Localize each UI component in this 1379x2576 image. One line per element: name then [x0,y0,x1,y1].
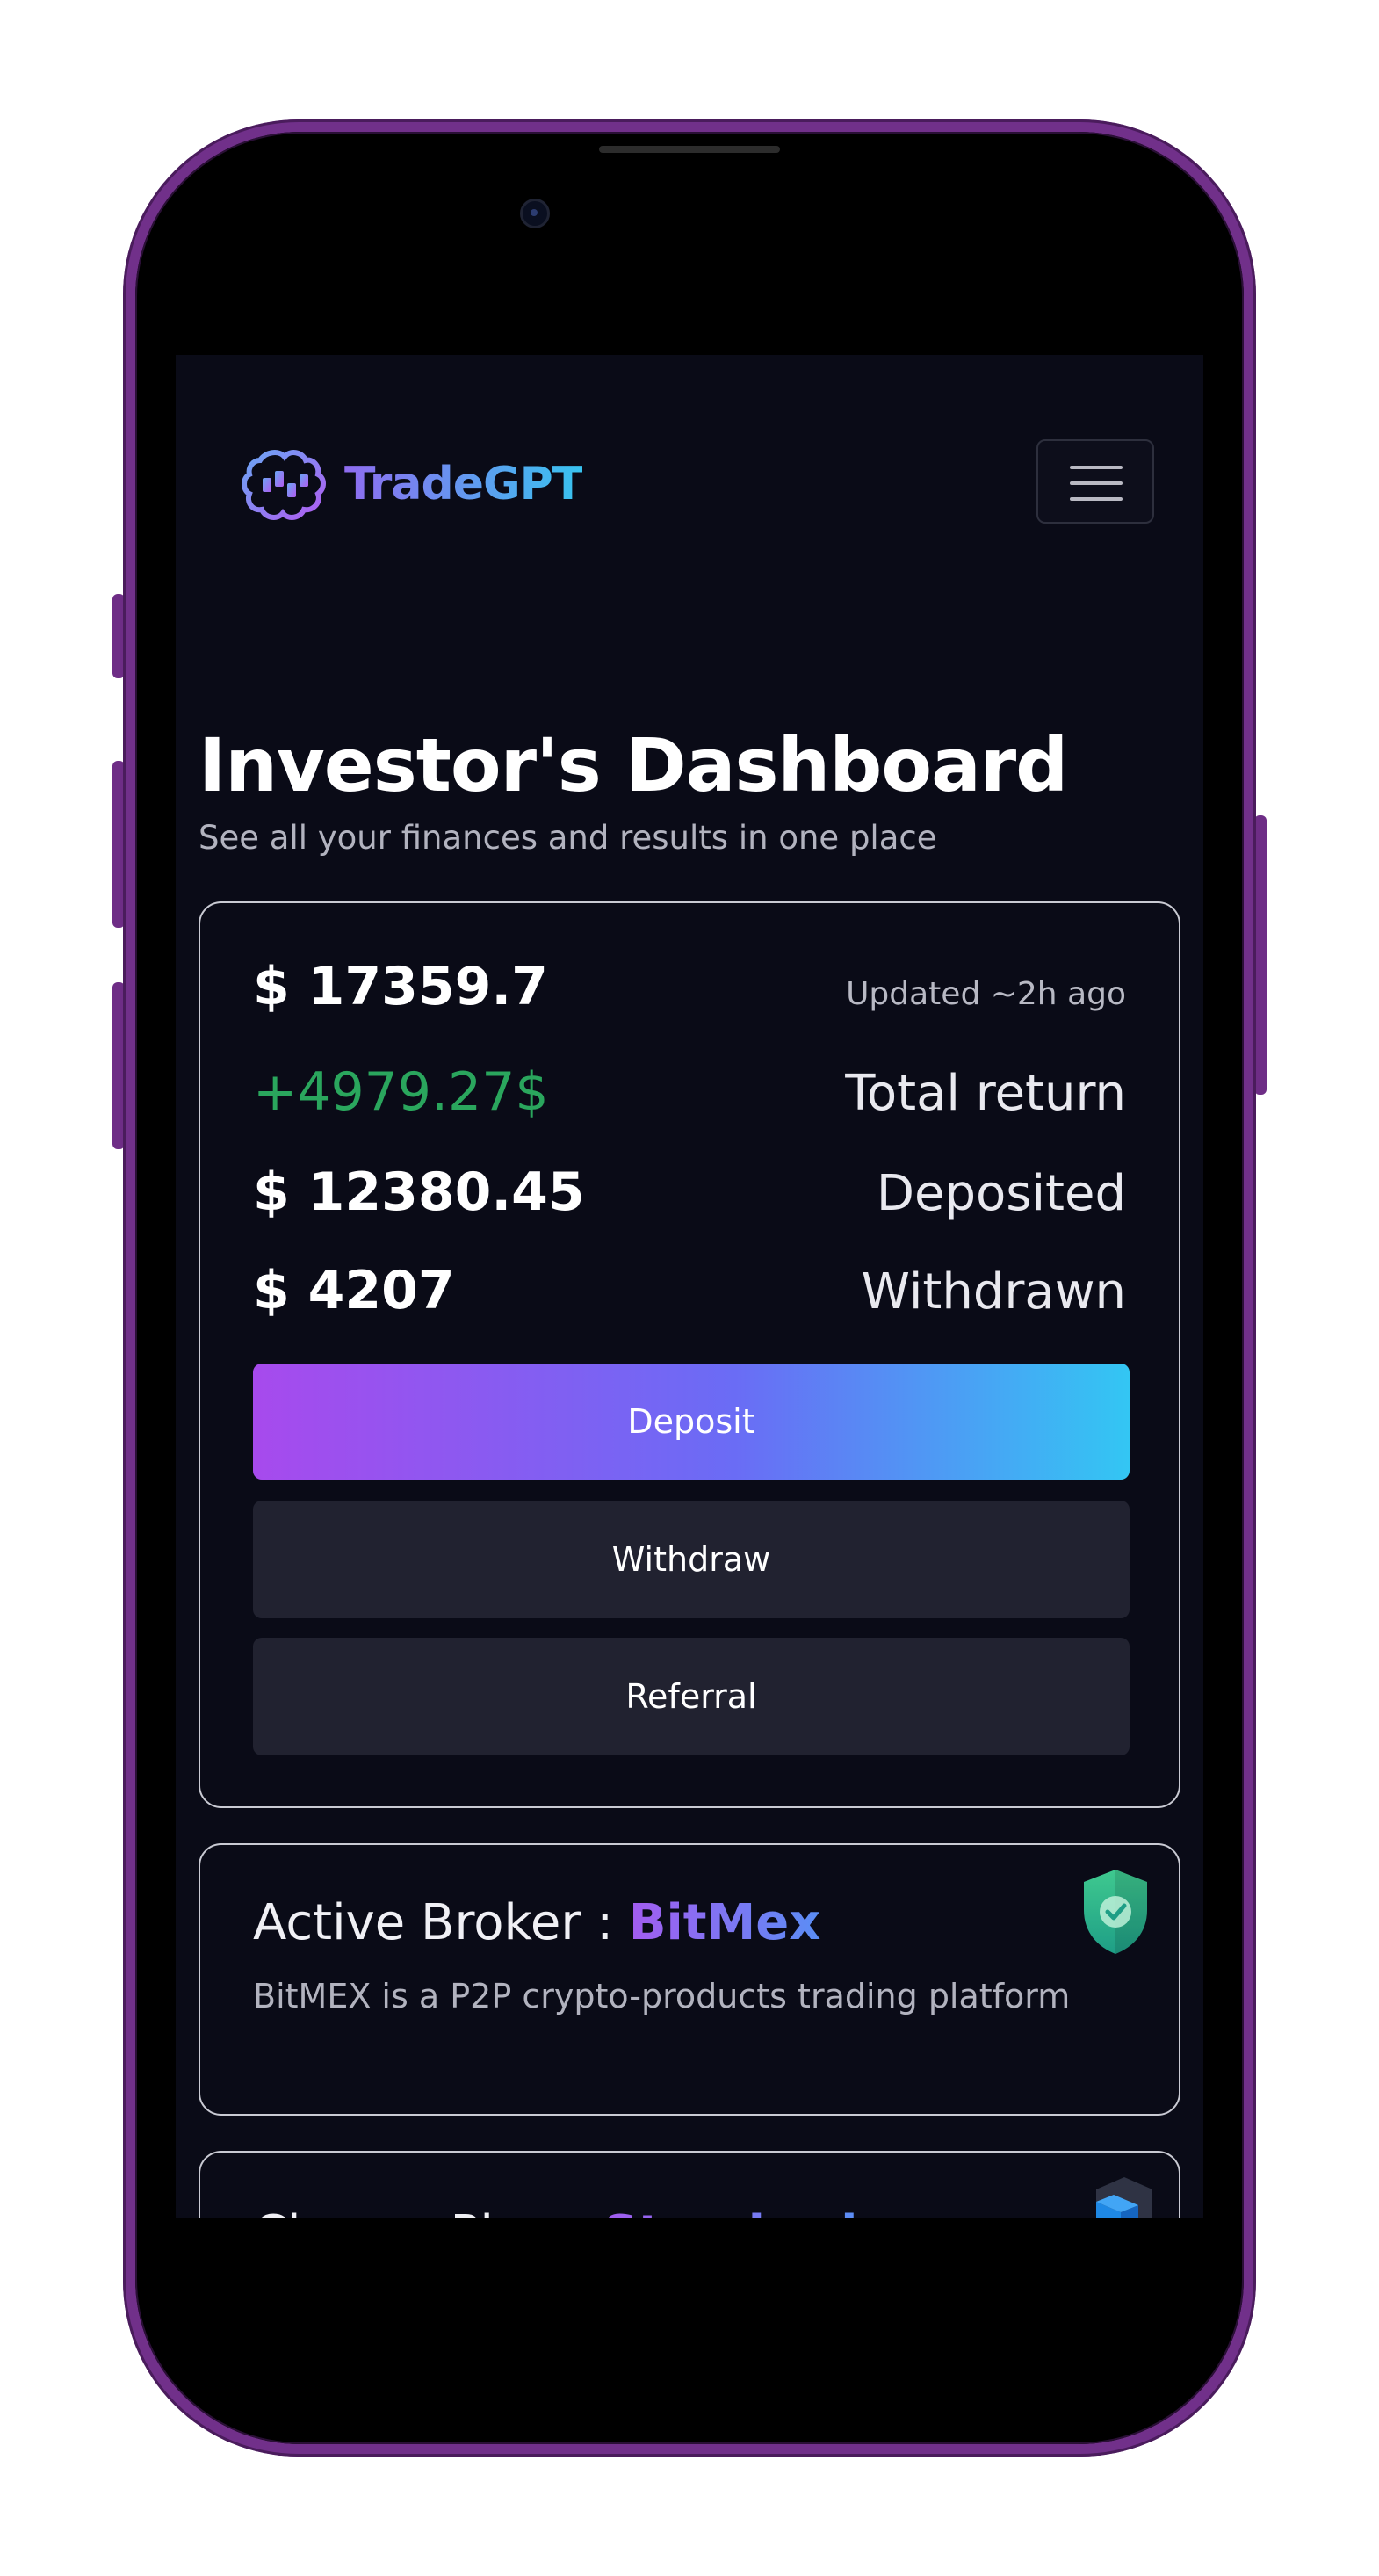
balance-card: $ 17359.7 Updated ~2h ago +4979.27$ Tota… [199,901,1180,1808]
hamburger-menu-icon [1070,466,1123,469]
withdraw-button[interactable]: Withdraw [253,1501,1130,1618]
withdrawn-label: Withdrawn [861,1263,1126,1321]
total-return-row: +4979.27$ Total return [253,1061,1126,1123]
hamburger-menu-button[interactable] [1036,439,1154,524]
active-broker-card[interactable]: Active Broker : BitMex BitMEX is a P2P c… [199,1843,1180,2116]
plan-prefix: Choose Plan : [253,2205,603,2218]
cube-stack-icon [1096,2177,1152,2218]
page-subtitle: See all your finances and results in one… [199,819,937,857]
withdrawn-value: $ 4207 [253,1260,455,1321]
broker-title: Active Broker : BitMex [253,1894,820,1951]
total-balance: $ 17359.7 [253,956,548,1017]
shield-check-icon [1084,1870,1147,1954]
referral-button[interactable]: Referral [253,1638,1130,1755]
deposited-value: $ 12380.45 [253,1161,585,1223]
broker-description: BitMEX is a P2P crypto-products trading … [253,1977,1071,2015]
app-screen: TradeGPT Investor's Dashboard See all yo… [176,355,1203,2218]
brand-logo[interactable]: TradeGPT [235,434,583,534]
deposited-label: Deposited [876,1165,1126,1222]
total-return-value: +4979.27$ [253,1061,549,1123]
brain-chart-logo-icon [242,450,326,520]
plan-title: Choose Plan : Standard [253,2205,858,2218]
deposited-row: $ 12380.45 Deposited [253,1161,1126,1223]
withdrawn-row: $ 4207 Withdrawn [253,1260,1126,1321]
front-camera-icon [520,199,550,228]
updated-timestamp: Updated ~2h ago [846,976,1126,1012]
broker-name: BitMex [628,1894,821,1951]
hamburger-line [1070,481,1123,485]
phone-power-button [1254,815,1267,1095]
plan-name: Standard [603,2205,857,2218]
broker-prefix: Active Broker : [253,1894,629,1951]
deposit-button[interactable]: Deposit [253,1364,1130,1480]
page-title: Investor's Dashboard [199,722,1068,808]
balance-row: $ 17359.7 Updated ~2h ago [253,956,1126,1017]
brand-name: TradeGPT [344,458,583,510]
choose-plan-card[interactable]: Choose Plan : Standard [199,2151,1180,2218]
total-return-label: Total return [845,1065,1126,1122]
phone-speaker [599,146,780,153]
hamburger-line [1070,497,1123,501]
